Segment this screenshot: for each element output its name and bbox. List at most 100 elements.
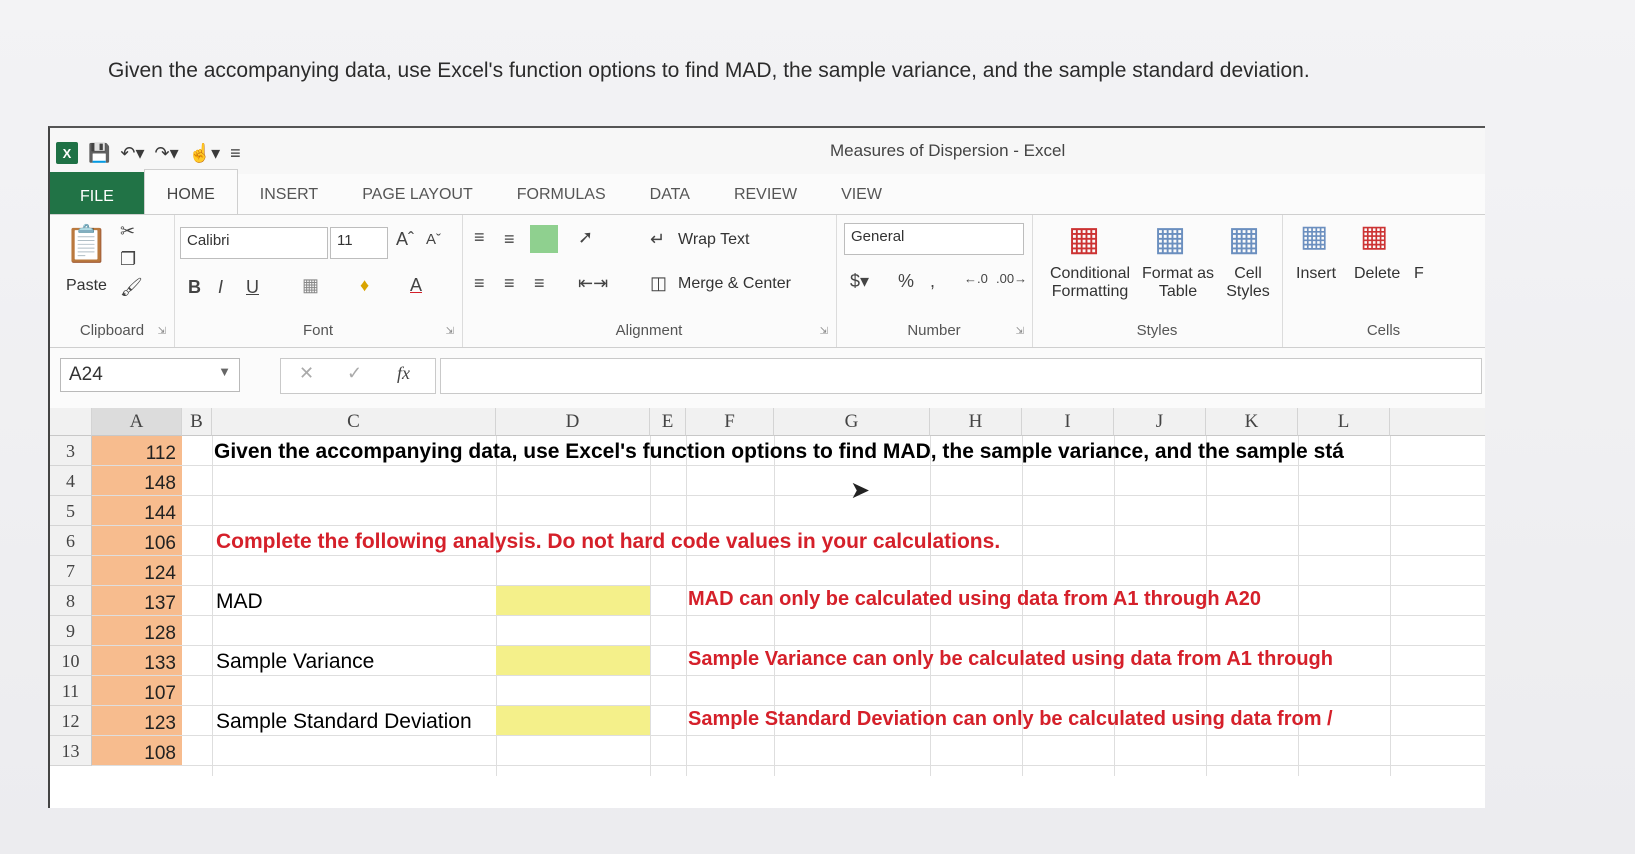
cut-icon[interactable]: ✂ — [120, 221, 135, 242]
tab-review[interactable]: REVIEW — [712, 174, 819, 214]
wrap-text-button[interactable]: Wrap Text — [678, 231, 749, 249]
column-header-c[interactable]: C — [212, 408, 496, 436]
column-header-g[interactable]: G — [774, 408, 930, 436]
column-header-e[interactable]: E — [650, 408, 686, 436]
align-center-icon[interactable]: ≡ — [504, 273, 515, 294]
bottom-align-icon[interactable] — [530, 225, 558, 253]
row-header[interactable]: 11 — [50, 676, 92, 706]
tab-file[interactable]: FILE — [50, 172, 144, 214]
tab-insert[interactable]: INSERT — [238, 174, 340, 214]
top-align-icon[interactable]: ≡ — [474, 227, 485, 248]
cancel-icon[interactable]: ✕ — [299, 363, 314, 384]
data-cell-a[interactable]: 148 — [92, 466, 182, 496]
cell-styles-button[interactable]: Cell Styles — [1218, 265, 1278, 301]
mad-answer-cell[interactable] — [496, 586, 650, 615]
format-as-table-icon[interactable]: ▦ — [1154, 219, 1186, 259]
touch-mode-icon[interactable]: ☝▾ — [189, 143, 220, 164]
column-header-h[interactable]: H — [930, 408, 1022, 436]
formula-input[interactable] — [440, 358, 1482, 394]
copy-icon[interactable]: ❐ — [120, 249, 136, 270]
orientation-icon[interactable]: ➚ — [578, 227, 593, 248]
tab-formulas[interactable]: FORMULAS — [495, 174, 628, 214]
format-painter-icon[interactable]: 🖌 — [120, 277, 143, 298]
underline-icon[interactable]: U — [246, 277, 259, 298]
data-cell-a[interactable]: 128 — [92, 616, 182, 646]
clipboard-launcher-icon[interactable]: ⇲ — [158, 326, 166, 337]
currency-icon[interactable]: $▾ — [850, 271, 869, 292]
conditional-formatting-icon[interactable]: ▦ — [1068, 219, 1100, 259]
column-header-j[interactable]: J — [1114, 408, 1206, 436]
increase-decimal-icon[interactable]: ←.0 — [964, 271, 988, 286]
column-header-a[interactable]: A — [92, 408, 182, 436]
insert-cells-icon[interactable]: ▦ — [1300, 219, 1328, 254]
row-header[interactable]: 13 — [50, 736, 92, 766]
decrease-decimal-icon[interactable]: .00→ — [996, 271, 1027, 286]
align-right-icon[interactable]: ≡ — [534, 273, 545, 294]
row-header[interactable]: 4 — [50, 466, 92, 496]
shrink-font-icon[interactable]: Aˇ — [426, 231, 441, 248]
middle-align-icon[interactable]: ≡ — [504, 229, 515, 250]
align-left-icon[interactable]: ≡ — [474, 273, 485, 294]
data-cell-a[interactable]: 123 — [92, 706, 182, 736]
bold-icon[interactable]: B — [188, 277, 201, 298]
format-as-table-button[interactable]: Format as Table — [1138, 265, 1218, 301]
tab-page-layout[interactable]: PAGE LAYOUT — [340, 174, 495, 214]
save-icon[interactable]: 💾 — [88, 143, 110, 164]
select-all-corner[interactable] — [50, 408, 92, 436]
data-cell-a[interactable]: 137 — [92, 586, 182, 616]
insert-function-icon[interactable]: fx — [397, 363, 410, 384]
paste-icon[interactable]: 📋 — [64, 223, 109, 265]
stdev-answer-cell[interactable] — [496, 706, 650, 735]
font-launcher-icon[interactable]: ⇲ — [446, 326, 454, 337]
grow-font-icon[interactable]: Aˆ — [396, 229, 414, 250]
data-cell-a[interactable]: 112 — [92, 436, 182, 466]
tab-data[interactable]: DATA — [628, 174, 712, 214]
tab-view[interactable]: VIEW — [819, 174, 904, 214]
data-cell-a[interactable]: 106 — [92, 526, 182, 556]
data-cell-a[interactable]: 108 — [92, 736, 182, 766]
format-cells-button[interactable]: F — [1414, 265, 1424, 283]
column-header-k[interactable]: K — [1206, 408, 1298, 436]
tab-home[interactable]: HOME — [143, 169, 238, 214]
indent-icon[interactable]: ⇤⇥ — [578, 273, 608, 294]
number-format-select[interactable]: General — [844, 223, 1024, 255]
cell-styles-icon[interactable]: ▦ — [1228, 219, 1260, 259]
data-cell-a[interactable]: 133 — [92, 646, 182, 676]
column-header-b[interactable]: B — [182, 408, 212, 436]
merge-center-button[interactable]: Merge & Center — [678, 275, 791, 293]
variance-answer-cell[interactable] — [496, 646, 650, 675]
number-launcher-icon[interactable]: ⇲ — [1016, 326, 1024, 337]
enter-icon[interactable]: ✓ — [347, 363, 362, 384]
insert-cells-button[interactable]: Insert — [1296, 265, 1336, 283]
font-name-select[interactable]: Calibri — [180, 227, 328, 259]
redo-icon[interactable]: ↷▾ — [155, 143, 179, 164]
column-header-d[interactable]: D — [496, 408, 650, 436]
row-header[interactable]: 5 — [50, 496, 92, 526]
wrap-text-icon[interactable]: ↵ — [650, 229, 665, 250]
row-header[interactable]: 12 — [50, 706, 92, 736]
column-header-i[interactable]: I — [1022, 408, 1114, 436]
percent-icon[interactable]: % — [898, 271, 914, 292]
font-color-icon[interactable]: A — [410, 275, 422, 296]
undo-icon[interactable]: ↶▾ — [120, 143, 144, 164]
row-header[interactable]: 9 — [50, 616, 92, 646]
borders-icon[interactable]: ▦ — [302, 275, 319, 296]
delete-cells-button[interactable]: Delete — [1354, 265, 1400, 283]
name-box-dropdown-icon[interactable]: ▼ — [218, 364, 231, 379]
paste-button[interactable]: Paste — [66, 277, 107, 295]
row-header[interactable]: 6 — [50, 526, 92, 556]
delete-cells-icon[interactable]: ▦ — [1360, 219, 1388, 254]
conditional-formatting-button[interactable]: Conditional Formatting — [1040, 265, 1140, 301]
customize-qat-icon[interactable]: ≡ — [230, 143, 241, 164]
column-header-f[interactable]: F — [686, 408, 774, 436]
data-cell-a[interactable]: 144 — [92, 496, 182, 526]
font-size-select[interactable]: 11 — [330, 227, 388, 259]
row-header[interactable]: 8 — [50, 586, 92, 616]
data-cell-a[interactable]: 107 — [92, 676, 182, 706]
italic-icon[interactable]: I — [218, 277, 223, 298]
alignment-launcher-icon[interactable]: ⇲ — [820, 326, 828, 337]
name-box[interactable]: A24 ▼ — [60, 358, 240, 392]
comma-icon[interactable]: , — [930, 271, 935, 292]
merge-center-icon[interactable]: ◫ — [650, 273, 667, 294]
fill-color-icon[interactable]: ♦ — [360, 275, 369, 296]
